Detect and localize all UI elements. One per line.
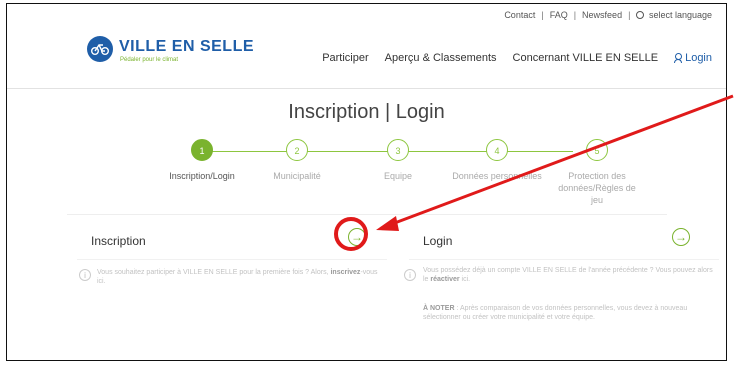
bicycle-icon[interactable] <box>87 36 113 62</box>
step-label: Protection des données/Règles de jeu <box>558 171 636 205</box>
section-divider <box>67 214 667 215</box>
step-2: 2 Municipalité <box>252 139 342 182</box>
step-5: 5 Protection des données/Règles de jeu <box>552 139 642 206</box>
login-arrow-button[interactable]: → <box>672 228 690 246</box>
language-selector[interactable]: select language <box>636 10 712 20</box>
inscription-title: Inscription <box>91 234 146 248</box>
main-nav: Participer Aperçu & Classements Concerna… <box>322 52 712 64</box>
inscription-text: Vous souhaitez participer à VILLE EN SEL… <box>97 268 387 286</box>
nav-participer[interactable]: Participer <box>322 52 368 64</box>
inscription-link[interactable]: inscrivez <box>330 269 360 276</box>
step-circle: 1 <box>191 139 213 161</box>
step-circle: 5 <box>586 139 608 161</box>
step-circle: 2 <box>286 139 308 161</box>
annotation-circle <box>334 217 368 251</box>
utility-bar: Contact | FAQ | Newsfeed | select langua… <box>504 10 712 20</box>
login-text-end: ici. <box>459 276 471 283</box>
step-circle: 3 <box>387 139 409 161</box>
progress-stepper: 1 Inscription/Login 2 Municipalité 3 Equ… <box>157 139 636 205</box>
person-icon <box>674 53 683 63</box>
inscription-text-start: Vous souhaitez participer à VILLE EN SEL… <box>97 269 331 276</box>
panel-divider <box>77 259 387 260</box>
nav-apercu-classements[interactable]: Aperçu & Classements <box>385 52 497 64</box>
reactivate-link[interactable]: réactiver <box>430 276 459 283</box>
note-label: À NOTER <box>423 305 455 312</box>
contact-link[interactable]: Contact <box>504 10 535 20</box>
step-circle: 4 <box>486 139 508 161</box>
separator: | <box>573 10 577 20</box>
login-link[interactable]: Login <box>674 52 712 64</box>
brand-tagline: Pédaler pour le climat <box>120 57 179 63</box>
step-4: 4 Données personnelles <box>452 139 542 182</box>
step-label: Inscription/Login <box>169 171 235 181</box>
login-text: Vous possédez déjà un compte VILLE EN SE… <box>423 266 713 284</box>
separator: | <box>541 10 544 20</box>
browser-frame: Contact | FAQ | Newsfeed | select langua… <box>6 3 727 361</box>
faq-link[interactable]: FAQ <box>550 10 568 20</box>
language-label: select language <box>648 10 712 20</box>
info-icon: i <box>79 269 91 281</box>
step-1[interactable]: 1 Inscription/Login <box>157 139 247 182</box>
bicycle-glyph <box>91 44 109 55</box>
step-label: Données personnelles <box>452 171 542 181</box>
page-title: Inscription | Login <box>288 101 445 123</box>
info-icon: i <box>404 269 416 281</box>
nav-concernant[interactable]: Concernant VILLE EN SELLE <box>513 52 659 64</box>
panel-divider <box>409 259 719 260</box>
step-label: Equipe <box>383 171 413 181</box>
login-label: Login <box>685 52 712 64</box>
note-text: : Après comparaison de vos données perso… <box>423 305 688 321</box>
step-label: Municipalité <box>273 171 321 181</box>
separator: | <box>628 10 631 20</box>
newsfeed-link[interactable]: Newsfeed <box>582 10 622 20</box>
site-header: VILLE EN SELLE Pédaler pour le climat Pa… <box>7 26 726 89</box>
globe-icon <box>636 11 645 19</box>
login-note: À NOTER : Après comparaison de vos donné… <box>423 304 713 322</box>
login-title: Login <box>423 234 453 248</box>
step-3: 3 Equipe <box>353 139 443 182</box>
brand-name[interactable]: VILLE EN SELLE <box>119 38 254 56</box>
